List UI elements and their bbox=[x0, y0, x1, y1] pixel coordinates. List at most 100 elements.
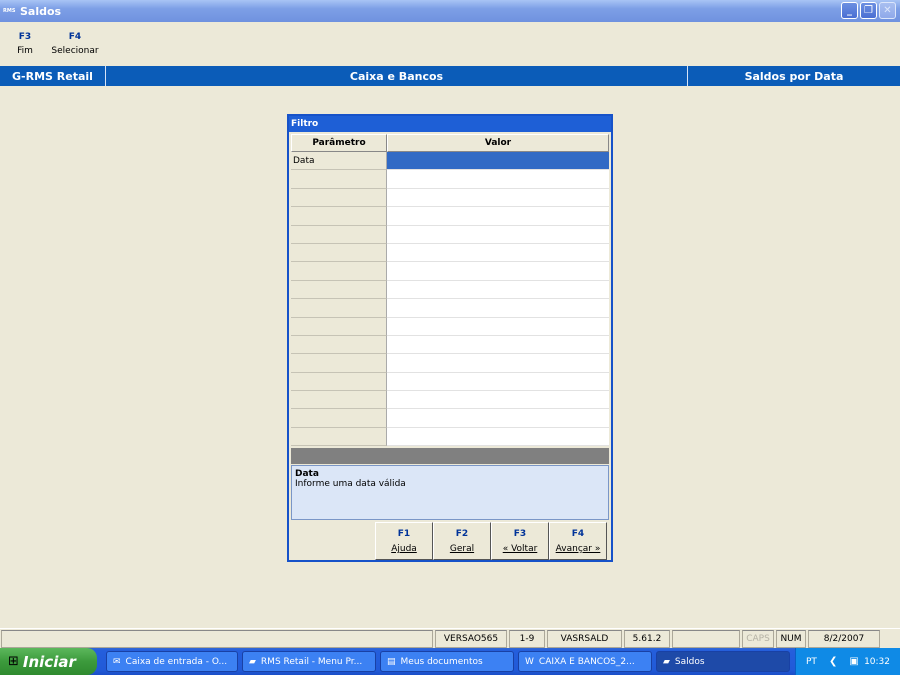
tray-arrow-icon[interactable]: ❮ bbox=[829, 656, 837, 667]
minimize-button[interactable]: _ bbox=[841, 2, 858, 19]
window-title-bar[interactable]: RMS Saldos _ ❐ ✕ bbox=[0, 0, 900, 22]
language-indicator[interactable]: PT bbox=[806, 657, 817, 667]
clock[interactable]: 10:32 bbox=[864, 657, 890, 667]
value-cell[interactable] bbox=[387, 317, 609, 336]
status-release: 5.61.2 bbox=[624, 630, 670, 648]
restore-button[interactable]: ❐ bbox=[860, 2, 877, 19]
task-label: Saldos bbox=[674, 656, 705, 667]
voltar-button[interactable]: F3 « Voltar bbox=[491, 522, 549, 560]
header-screen: Saldos por Data bbox=[744, 69, 844, 83]
param-cell bbox=[291, 427, 387, 447]
button-key: F1 bbox=[397, 529, 411, 539]
param-cell bbox=[291, 170, 387, 189]
grid-row[interactable] bbox=[291, 262, 609, 281]
param-cell bbox=[291, 188, 387, 208]
taskbar: ⊞ Iniciar ✉ Caixa de entrada - O... ▰ RM… bbox=[0, 648, 900, 675]
column-header-valor[interactable]: Valor bbox=[387, 134, 609, 152]
grid-row-data[interactable]: Data bbox=[291, 152, 609, 171]
grid-scroll-bar[interactable] bbox=[291, 448, 609, 464]
grid-row[interactable] bbox=[291, 225, 609, 244]
value-cell-data[interactable] bbox=[387, 152, 609, 171]
value-cell[interactable] bbox=[387, 299, 609, 318]
grid-row[interactable] bbox=[291, 372, 609, 392]
value-cell[interactable] bbox=[387, 354, 609, 373]
param-cell bbox=[291, 317, 387, 336]
value-cell[interactable] bbox=[387, 280, 609, 300]
value-cell[interactable] bbox=[387, 170, 609, 189]
task-saldos[interactable]: ▰ Saldos bbox=[656, 651, 790, 672]
restore-icon: ❐ bbox=[864, 5, 873, 16]
task-label: Meus documentos bbox=[400, 656, 483, 667]
grid-row[interactable] bbox=[291, 280, 609, 300]
task-label: Caixa de entrada - O... bbox=[125, 656, 228, 667]
network-icon[interactable]: ▣ bbox=[849, 656, 858, 667]
param-cell bbox=[291, 280, 387, 300]
value-cell[interactable] bbox=[387, 262, 609, 281]
column-header-parametro[interactable]: Parâmetro bbox=[291, 134, 387, 152]
grid-row[interactable] bbox=[291, 427, 609, 447]
status-num: NUM bbox=[776, 630, 806, 648]
grid-row[interactable] bbox=[291, 188, 609, 208]
value-cell[interactable] bbox=[387, 409, 609, 428]
value-cell[interactable] bbox=[387, 207, 609, 226]
status-program: VASRSALD bbox=[547, 630, 622, 648]
fkey-f3-fim[interactable]: F3 Fim bbox=[0, 30, 50, 58]
status-date: 8/2/2007 bbox=[808, 630, 880, 648]
button-label: « Voltar bbox=[502, 544, 538, 554]
task-meus-documentos[interactable]: ▤ Meus documentos bbox=[380, 651, 514, 672]
windows-flag-icon: ⊞ bbox=[8, 654, 19, 669]
param-cell bbox=[291, 262, 387, 281]
value-cell[interactable] bbox=[387, 335, 609, 355]
grid-row[interactable] bbox=[291, 243, 609, 263]
grid-row[interactable] bbox=[291, 409, 609, 428]
button-key: F2 bbox=[455, 529, 469, 539]
geral-button[interactable]: F2 Geral bbox=[433, 522, 491, 560]
value-cell[interactable] bbox=[387, 391, 609, 410]
word-icon: W bbox=[525, 656, 534, 667]
grid-row[interactable] bbox=[291, 354, 609, 373]
value-cell[interactable] bbox=[387, 372, 609, 392]
close-button[interactable]: ✕ bbox=[879, 2, 896, 19]
param-cell bbox=[291, 207, 387, 226]
rms-icon: ▰ bbox=[663, 656, 670, 667]
grid-row[interactable] bbox=[291, 391, 609, 410]
status-page: 1-9 bbox=[509, 630, 545, 648]
fkey-key: F3 bbox=[18, 32, 32, 42]
grid-row[interactable] bbox=[291, 335, 609, 355]
button-label: Avançar » bbox=[555, 544, 601, 554]
task-caixa-e-bancos-doc[interactable]: W CAIXA E BANCOS_2... bbox=[518, 651, 652, 672]
rms-icon: ▰ bbox=[249, 656, 256, 667]
task-rms-menu[interactable]: ▰ RMS Retail - Menu Pr... bbox=[242, 651, 376, 672]
task-caixa-de-entrada[interactable]: ✉ Caixa de entrada - O... bbox=[106, 651, 238, 672]
value-cell[interactable] bbox=[387, 225, 609, 244]
start-button[interactable]: ⊞ Iniciar bbox=[0, 648, 97, 675]
fkey-f4-selecionar[interactable]: F4 Selecionar bbox=[50, 30, 100, 58]
param-cell bbox=[291, 354, 387, 373]
minimize-icon: _ bbox=[847, 5, 852, 16]
close-icon: ✕ bbox=[883, 5, 892, 16]
filter-dialog: Filtro Parâmetro Valor Data Data Informe… bbox=[287, 114, 613, 562]
button-label: Geral bbox=[449, 544, 475, 554]
grid-row[interactable] bbox=[291, 299, 609, 318]
grid-row[interactable] bbox=[291, 207, 609, 226]
status-empty bbox=[672, 630, 740, 648]
value-cell[interactable] bbox=[387, 188, 609, 208]
task-label: CAIXA E BANCOS_2... bbox=[538, 656, 635, 667]
fkey-label: Fim bbox=[17, 46, 33, 56]
status-caps: CAPS bbox=[742, 630, 774, 648]
task-label: RMS Retail - Menu Pr... bbox=[260, 656, 363, 667]
function-key-bar: F3 Fim F4 Selecionar bbox=[0, 30, 100, 58]
filter-grid: Parâmetro Valor Data bbox=[291, 134, 609, 447]
param-cell bbox=[291, 299, 387, 318]
value-cell[interactable] bbox=[387, 427, 609, 447]
grid-row[interactable] bbox=[291, 170, 609, 189]
module-header: G-RMS Retail Caixa e Bancos Saldos por D… bbox=[0, 66, 900, 86]
value-cell[interactable] bbox=[387, 243, 609, 263]
param-cell bbox=[291, 409, 387, 428]
rms-app-icon: RMS bbox=[3, 8, 16, 14]
status-version: VERSAO565 bbox=[435, 630, 507, 648]
grid-row[interactable] bbox=[291, 317, 609, 336]
avancar-button[interactable]: F4 Avançar » bbox=[549, 522, 607, 560]
ajuda-button[interactable]: F1 Ajuda bbox=[375, 522, 433, 560]
start-label: Iniciar bbox=[22, 652, 76, 671]
